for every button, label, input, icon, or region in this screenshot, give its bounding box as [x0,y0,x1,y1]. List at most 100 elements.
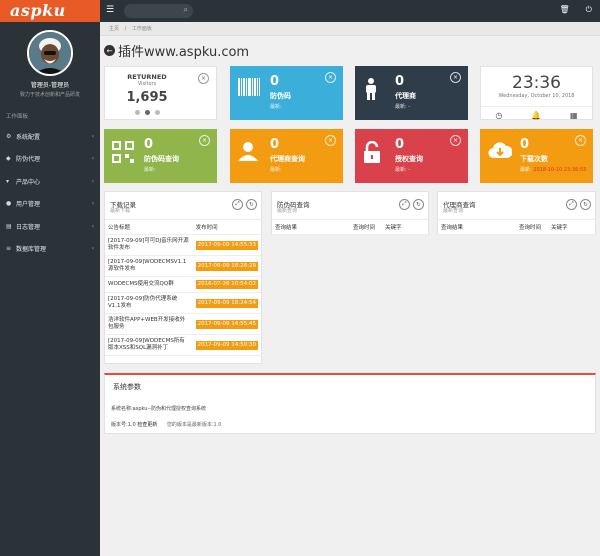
table-row[interactable]: [2017-09-09]WODECMSV1.1源软件发布 2017-09-09 … [105,255,261,277]
breadcrumb: 主页 / 工作面板 [100,22,600,36]
qrcode-icon [112,141,134,168]
tile-fangweima: 0 防伪码 最新: × [230,66,343,120]
tile-fangweima-query: 0 防伪码查询 最新: × [104,129,217,183]
chevron-left-icon: ‹ [91,177,94,185]
clock-time: 23:36 [512,73,561,93]
tile-sub: 最新: - [395,104,411,110]
column-header: 关键字 [382,220,428,235]
sidebar-nav: ⚙ 系统配置 ‹ ◆ 防伪代理 ‹ ▾ 产品中心 ‹ ● 用户管理 ‹ ▤ 日志… [0,125,100,260]
carousel-dot[interactable] [135,110,140,115]
carousel-dot[interactable] [145,110,150,115]
gear-icon: ⚙ [6,132,12,140]
expand-icon[interactable]: ⤢ [566,199,577,210]
panel-subtitle: 最新查询 [277,208,298,214]
system-name: 系统名称:aspku--防伪和代理授权查询系统 [111,406,207,412]
search-icon[interactable]: ⌕ [184,5,188,15]
breadcrumb-current: 工作面板 [131,26,152,32]
tile-label: 防伪码 [270,92,291,100]
breadcrumb-sep: / [124,26,127,32]
tile-dailishang-query: 0 代理商查询 最新: × [230,129,343,183]
sidebar-item-logs[interactable]: ▤ 日志管理 ‹ [0,215,100,238]
close-icon[interactable]: × [325,135,336,146]
panel-header: 下载记录 最新下载 ⤢ ↻ [105,192,261,220]
system-params-panel: 系统参数 系统名称:aspku--防伪和代理授权查询系统 版本号:1.0 检查更… [104,373,596,434]
sidebar-item-database[interactable]: ≡ 数据库管理 ‹ [0,238,100,261]
table-row[interactable]: [2017-09-09]WODECMS所有版本XSS和SQL漏洞补丁 2017-… [105,334,261,356]
chevron-left-icon: ‹ [91,155,94,163]
row-title[interactable]: [2017-09-09]可可DJ音乐网开源软件发布 [105,234,193,256]
column-header: 公告标题 [105,220,193,235]
user-icon [238,141,258,166]
search-input[interactable]: ⌕ [124,4,193,18]
close-icon[interactable]: × [198,73,209,84]
sidebar-item-agents[interactable]: ◆ 防伪代理 ‹ [0,148,100,171]
row-title[interactable]: WODECMS使用交流QQ群 [105,276,193,293]
tile-label: 防伪码查询 [144,155,179,163]
table-header-row: 查询结果 查询时间 关键字 [438,220,595,235]
calendar-icon[interactable]: ▦ [570,111,578,121]
tile-number: 0 [270,137,280,152]
close-icon[interactable]: × [325,72,336,83]
refresh-icon[interactable]: ↻ [246,199,257,210]
sidebar-item-label: 产品中心 [16,178,41,186]
sidebar-item-label: 日志管理 [16,223,41,231]
close-icon[interactable]: × [199,135,210,146]
sidebar-item-products[interactable]: ▾ 产品中心 ‹ [0,170,100,193]
column-header: 发布时间 [192,220,261,235]
system-params-title: 系统参数 [113,383,141,391]
table-row[interactable]: 浩洋软件APP+WEB开发接收外包服务 2017-09-09 14:55:45 [105,313,261,335]
close-icon[interactable]: × [575,135,586,146]
topbar: ☰ ⌕ 🗑 ⏻ [100,0,600,22]
expand-icon[interactable]: ⤢ [232,199,243,210]
carousel-dot[interactable] [155,110,160,115]
panel-buttons: ⤢ ↻ [399,199,424,210]
row-title[interactable]: [2017-09-09]防伪代理系统V1.1发布 [105,292,193,314]
check-update-link[interactable]: 检查更新 [137,422,157,428]
database-icon: ≡ [6,245,12,253]
row-time-badge: 2017-09-09 18:24:54 [195,298,258,308]
tile-sub: 最新: [270,167,282,173]
chevron-left-icon: ‹ [91,222,94,230]
daili-query-panel: 代理商查询 最新查询 ⤢ ↻ 查询结果 查询时间 关键字 [437,191,596,235]
avatar[interactable] [27,30,73,76]
breadcrumb-home[interactable]: 主页 [109,26,119,32]
returned-title: RETURNED [127,73,167,81]
table-row[interactable]: [2017-09-09]防伪代理系统V1.1发布 2017-09-09 18:2… [105,292,261,314]
tile-sub: 最新: - [395,167,411,173]
trash-icon[interactable]: 🗑 [560,5,570,15]
sidebar-item-system-config[interactable]: ⚙ 系统配置 ‹ [0,125,100,148]
brand-logo[interactable]: aspku [0,0,100,22]
bell-icon[interactable]: 🔔 [531,111,541,121]
tile-sub-prefix: 最新: [520,167,534,173]
arrow-left-icon[interactable]: ← [104,45,115,56]
row-time-badge: 2017-09-09 14:55:33 [195,240,258,250]
system-update-status: 您的版本是最新版本:1.0 [166,422,222,428]
tile-auth-query: 0 授权查询 最新: - × [355,129,468,183]
tile-number: 0 [270,74,280,89]
column-header: 查询时间 [516,220,548,235]
close-icon[interactable]: × [450,135,461,146]
close-icon[interactable]: × [450,72,461,83]
tile-number: 0 [520,137,530,152]
hamburger-icon[interactable]: ☰ [106,5,114,15]
power-icon[interactable]: ⏻ [586,5,592,15]
clock-icon[interactable]: ◷ [495,111,502,121]
table-row[interactable]: WODECMS使用交流QQ群 2016-07-26 10:54:02 [105,276,261,293]
row-time-badge: 2016-07-26 10:54:02 [195,280,258,289]
row-title[interactable]: [2017-09-09]WODECMSV1.1源软件发布 [105,255,193,277]
refresh-icon[interactable]: ↻ [580,199,591,210]
tile-label: 下载次数 [520,155,548,163]
row-title[interactable]: [2017-09-09]WODECMS所有版本XSS和SQL漏洞补丁 [105,334,193,356]
clock-date: Wednesday, October 10, 2018 [498,93,575,99]
unlock-icon [363,140,383,168]
clock-icons: ◷ 🔔 ▦ [481,106,592,121]
panel-subtitle: 最新下载 [110,208,131,214]
tile-sub: 最新: [270,104,282,110]
expand-icon[interactable]: ⤢ [399,199,410,210]
refresh-icon[interactable]: ↻ [413,199,424,210]
doc-icon: ▤ [6,222,12,230]
column-header: 查询结果 [272,220,350,235]
row-title[interactable]: 浩洋软件APP+WEB开发接收外包服务 [105,313,193,335]
sidebar-item-users[interactable]: ● 用户管理 ‹ [0,193,100,216]
table-row[interactable]: [2017-09-09]可可DJ音乐网开源软件发布 2017-09-09 14:… [105,234,261,256]
